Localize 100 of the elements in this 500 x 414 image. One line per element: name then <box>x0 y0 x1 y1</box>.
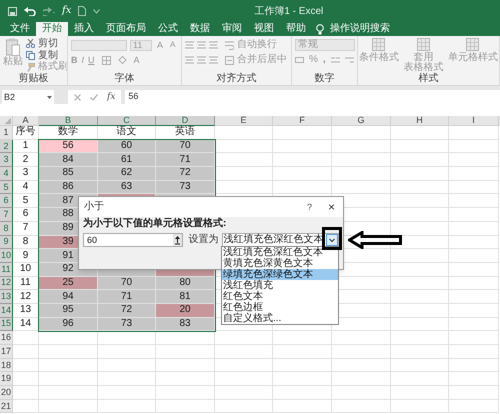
bottom-align-icon[interactable] <box>209 41 218 49</box>
column-header[interactable]: G <box>332 116 391 126</box>
column-header[interactable]: F <box>273 116 332 126</box>
ribbon-tab[interactable]: 文件 <box>4 22 36 36</box>
middle-align-icon[interactable] <box>197 41 206 49</box>
left-align-icon[interactable] <box>185 56 194 64</box>
row-header[interactable]: 15 <box>0 318 13 332</box>
cut-label[interactable]: 剪切 <box>38 38 58 49</box>
column-header[interactable]: D <box>156 116 215 126</box>
row-header[interactable]: 19 <box>0 372 13 386</box>
table-cell <box>215 167 273 181</box>
table-cell: 80 <box>156 276 215 290</box>
row-header[interactable]: 10 <box>0 249 13 263</box>
row-header[interactable]: 17 <box>0 345 13 359</box>
table-cell <box>215 180 273 194</box>
collapse-dialog-icon[interactable] <box>172 234 182 246</box>
ribbon-tab[interactable]: 页面布局 <box>100 22 152 36</box>
table-cell <box>39 400 98 414</box>
ribbon-tab[interactable]: 开始 <box>36 22 68 36</box>
scissors-icon[interactable] <box>26 39 35 48</box>
copy-icon[interactable] <box>26 51 35 60</box>
dropdown-option[interactable]: 绿填充色深绿色文本 <box>222 269 338 280</box>
row-header[interactable]: 8 <box>0 222 13 236</box>
font-name-field[interactable] <box>71 40 127 50</box>
name-box[interactable]: B2 <box>2 90 54 104</box>
currency-icon[interactable] <box>295 56 304 64</box>
formula-button[interactable]: fx <box>62 6 72 16</box>
row-header[interactable]: 5 <box>0 180 13 194</box>
undo-icon[interactable] <box>24 6 36 16</box>
column-header[interactable]: B <box>39 116 98 126</box>
close-button[interactable]: × <box>324 201 338 213</box>
brush-icon[interactable] <box>26 62 35 72</box>
table-cell: 序号 <box>13 126 39 140</box>
table-cell <box>13 358 39 372</box>
row-header[interactable]: 9 <box>0 236 13 250</box>
row-header[interactable]: 13 <box>0 290 13 304</box>
merge-icon[interactable] <box>225 56 234 64</box>
row-header[interactable]: 11 <box>0 262 13 277</box>
conditional-format-icon[interactable] <box>372 38 386 52</box>
table-cell <box>449 126 499 140</box>
table-cell <box>273 386 332 400</box>
table-cell <box>13 345 39 359</box>
dropdown-option[interactable]: 自定义格式... <box>222 313 338 324</box>
center-align-icon[interactable] <box>197 56 206 64</box>
enter-icon[interactable] <box>90 94 98 100</box>
row-header[interactable]: 14 <box>0 304 13 318</box>
tell-me-search[interactable]: 操作说明搜索 <box>330 24 390 34</box>
row-header[interactable]: 3 <box>0 153 13 168</box>
table-cell <box>215 153 273 168</box>
row-header[interactable]: 2 <box>0 140 13 154</box>
lightbulb-icon[interactable] <box>316 24 324 34</box>
row-header[interactable]: 7 <box>0 208 13 222</box>
new-file-icon[interactable] <box>78 6 86 16</box>
row-header[interactable]: 1 <box>0 126 13 140</box>
value-field[interactable]: 60 <box>83 233 183 247</box>
decrease-decimal-icon[interactable] <box>344 56 354 64</box>
cancel-icon[interactable] <box>74 94 81 100</box>
row-header[interactable]: 6 <box>0 194 13 208</box>
column-header[interactable]: H <box>391 116 449 126</box>
increase-decimal-icon[interactable] <box>330 56 340 64</box>
dropdown-option[interactable]: 红色文本 <box>222 291 338 302</box>
border-icon[interactable] <box>102 56 111 64</box>
dropdown-option[interactable]: 红色边框 <box>222 302 338 313</box>
ribbon-tab[interactable]: 插入 <box>68 22 100 36</box>
dropdown-option[interactable]: 黄填充色深黄色文本 <box>222 258 338 269</box>
ribbon-tab[interactable]: 公式 <box>152 22 184 36</box>
cell-styles-icon[interactable] <box>466 38 480 52</box>
row-header[interactable]: 4 <box>0 167 13 181</box>
copy-label[interactable]: 复制 <box>38 50 58 60</box>
row-header[interactable]: 16 <box>0 331 13 345</box>
column-header[interactable]: I <box>449 116 499 126</box>
ribbon-tab[interactable]: 帮助 <box>280 22 312 36</box>
formula-field[interactable]: 56 <box>125 90 500 104</box>
customize-caret-icon[interactable] <box>93 8 100 14</box>
row-header[interactable]: 18 <box>0 358 13 372</box>
top-align-icon[interactable] <box>185 41 194 49</box>
table-cell <box>98 386 156 400</box>
row-header[interactable]: 12 <box>0 276 13 290</box>
help-button[interactable]: ? <box>304 202 315 212</box>
right-align-icon[interactable] <box>209 56 218 64</box>
wrap-text-icon[interactable] <box>225 40 234 50</box>
paste-icon[interactable] <box>6 38 20 56</box>
table-cell <box>39 345 98 359</box>
insert-function-button[interactable]: fx <box>107 92 116 102</box>
fill-bucket-icon[interactable] <box>118 56 127 64</box>
column-header[interactable]: C <box>98 116 156 126</box>
ribbon-tab[interactable]: 审阅 <box>216 22 248 36</box>
column-header[interactable]: E <box>215 116 273 126</box>
row-header[interactable]: 20 <box>0 386 13 400</box>
dropdown-caret-icon[interactable] <box>326 234 338 246</box>
dropdown-caret-icon[interactable] <box>47 96 52 98</box>
table-format-icon[interactable] <box>416 38 430 52</box>
dropdown-option[interactable]: 浅红色填充 <box>222 280 338 291</box>
row-header[interactable]: 21 <box>0 400 13 414</box>
ribbon-tab[interactable]: 视图 <box>248 22 280 36</box>
ribbon-tab[interactable]: 数据 <box>184 22 216 36</box>
save-icon[interactable] <box>8 6 17 16</box>
table-cell <box>273 400 332 414</box>
table-cell <box>98 358 156 372</box>
dropdown-option[interactable]: 浅红填充色深红色文本 <box>222 247 338 258</box>
